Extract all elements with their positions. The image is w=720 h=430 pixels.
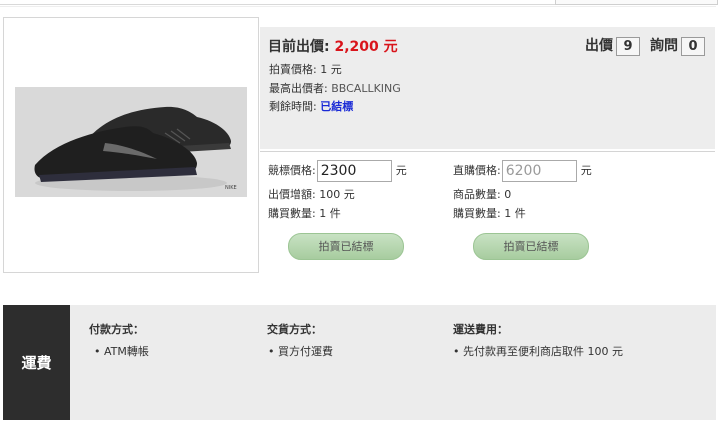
highest-bidder-link[interactable]: BBCALLKING — [331, 82, 401, 95]
buy-quantity-value: 1 件 — [504, 207, 526, 220]
bid-count-label: 出價 — [585, 38, 613, 54]
stock-value: 0 — [504, 188, 512, 201]
shipping-fee-item: • 先付款再至便利商店取件 100 元 — [453, 345, 623, 358]
bid-quantity-label: 購買數量: — [268, 207, 316, 220]
bid-price-unit: 元 — [395, 164, 407, 177]
bid-quantity-value: 1 件 — [319, 207, 341, 220]
top-tab-edge — [555, 0, 718, 5]
stock-label: 商品數量: — [453, 188, 501, 201]
payment-method-title: 付款方式： — [89, 323, 144, 336]
stock-row: 商品數量: 0 — [453, 186, 511, 202]
payment-method-item: • ATM轉帳 — [94, 345, 149, 358]
bid-count-value: 9 — [616, 37, 640, 56]
bid-price-input[interactable]: 2300 — [316, 160, 392, 182]
highest-bidder-label: 最高出價者: — [269, 82, 328, 95]
question-count-value: 0 — [681, 37, 705, 56]
question-count-label: 詢問 — [650, 38, 678, 54]
auction-price-value: 1 元 — [320, 63, 342, 76]
current-bid-value: 2,200 元 — [334, 39, 398, 55]
bid-increment-label: 出價增額: — [268, 188, 316, 201]
time-left-line: 剩餘時間: 已結標 — [269, 98, 353, 114]
highest-bidder-line: 最高出價者: BBCALLKING — [269, 80, 401, 96]
running-shoe-image: NIKE — [15, 87, 247, 197]
bid-increment-row: 出價增額: 100 元 — [268, 186, 355, 202]
product-image-frame: NIKE — [3, 17, 259, 273]
panel-divider — [260, 151, 715, 152]
bid-quantity-row: 購買數量: 1 件 — [268, 205, 341, 221]
top-divider-light — [0, 6, 716, 7]
buy-price-row: 直購價格: 6200 元 — [453, 160, 592, 182]
bid-price-label: 競標價格: — [268, 164, 316, 177]
current-bid: 目前出價: 2,200 元 — [268, 36, 398, 56]
buy-price-input[interactable]: 6200 — [501, 160, 577, 182]
shipping-section-label: 運費 — [3, 305, 70, 420]
auction-ended-status: 已結標 — [320, 100, 354, 113]
shipping-fee-title: 運送費用： — [453, 323, 508, 336]
buy-price-label: 直購價格: — [453, 164, 501, 177]
bid-ended-button[interactable]: 拍賣已結標 — [288, 233, 404, 260]
buy-ended-button[interactable]: 拍賣已結標 — [473, 233, 589, 260]
question-count[interactable]: 詢問 0 — [650, 35, 705, 56]
auction-price-label: 拍賣價格: — [269, 63, 317, 76]
buy-price-unit: 元 — [580, 164, 592, 177]
delivery-method-item: • 買方付運費 — [268, 345, 333, 358]
svg-text:NIKE: NIKE — [225, 185, 237, 191]
buy-quantity-row: 購買數量: 1 件 — [453, 205, 526, 221]
current-bid-label: 目前出價: — [268, 39, 330, 55]
auction-price-line: 拍賣價格: 1 元 — [269, 61, 342, 77]
delivery-method-title: 交貨方式： — [267, 323, 322, 336]
bid-price-row: 競標價格: 2300 元 — [268, 160, 407, 182]
bid-count[interactable]: 出價 9 — [585, 35, 640, 56]
time-left-label: 剩餘時間: — [269, 100, 317, 113]
buy-quantity-label: 購買數量: — [453, 207, 501, 220]
bid-increment-value: 100 元 — [319, 188, 355, 201]
